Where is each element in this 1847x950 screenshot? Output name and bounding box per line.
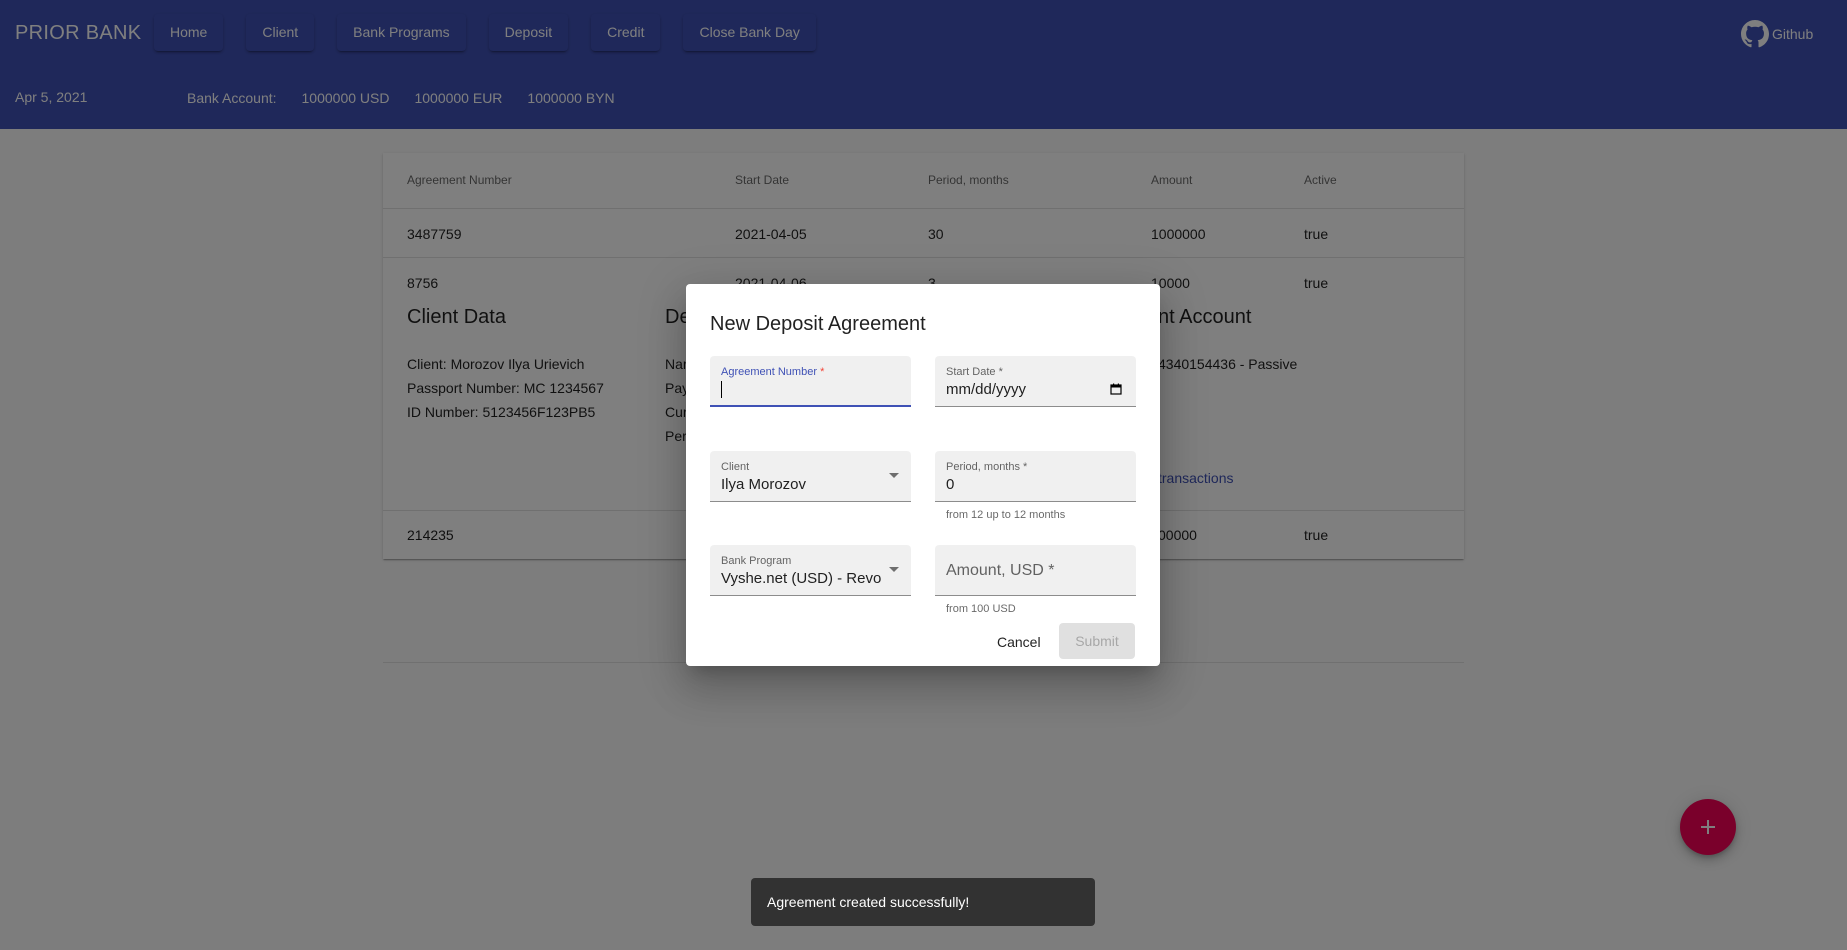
start-date-label: Start Date * <box>946 366 1003 378</box>
success-snackbar: Agreement created successfully! <box>751 878 1095 926</box>
agreement-number-field[interactable]: Agreement Number * <box>710 356 911 407</box>
client-label: Client <box>721 461 750 473</box>
agreement-number-label: Agreement Number * <box>721 366 825 378</box>
start-date-value: mm/dd/yyyy <box>946 381 1027 398</box>
bank-program-label: Bank Program <box>721 555 792 567</box>
text-cursor <box>721 381 722 398</box>
snackbar-message: Agreement created successfully! <box>767 894 970 910</box>
new-deposit-dialog: New Deposit Agreement Agreement Number *… <box>686 284 1160 666</box>
client-value: Ilya Morozov <box>721 476 807 493</box>
period-label: Period, months * <box>946 461 1028 473</box>
start-date-field[interactable]: Start Date * mm/dd/yyyy <box>935 356 1136 407</box>
bank-program-value: Vyshe.net (USD) - Revoc... <box>721 570 881 587</box>
amount-field[interactable]: Amount, USD * <box>935 545 1136 596</box>
period-helper-text: from 12 up to 12 months <box>946 509 1066 521</box>
cancel-button[interactable]: Cancel <box>987 624 1051 660</box>
amount-helper-text: from 100 USD <box>946 603 1016 615</box>
client-select[interactable]: Client Ilya Morozov <box>710 451 911 502</box>
chevron-down-icon <box>889 567 899 572</box>
period-value: 0 <box>946 476 955 493</box>
amount-placeholder: Amount, USD * <box>946 562 1055 579</box>
bank-program-select[interactable]: Bank Program Vyshe.net (USD) - Revoc... <box>710 545 911 596</box>
dialog-title: New Deposit Agreement <box>710 313 926 335</box>
submit-button[interactable]: Submit <box>1059 623 1135 659</box>
chevron-down-icon <box>889 473 899 478</box>
period-field[interactable]: Period, months * 0 <box>935 451 1136 502</box>
calendar-icon[interactable] <box>1110 383 1122 395</box>
